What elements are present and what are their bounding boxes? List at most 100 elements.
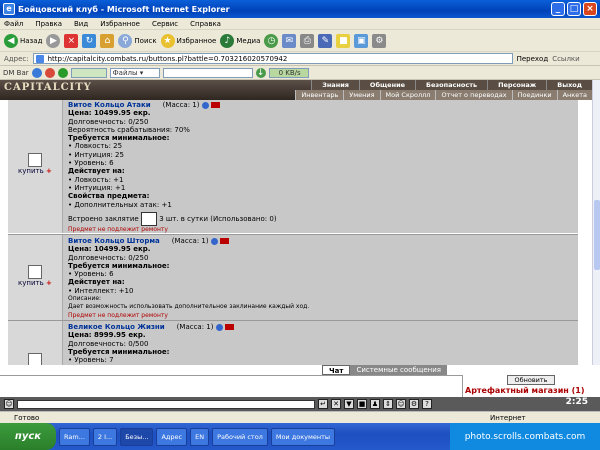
taskbar-item[interactable]: Рабочий стол bbox=[212, 427, 268, 446]
nav-profile[interactable]: Анкета bbox=[556, 90, 592, 100]
filter-icon[interactable]: ▼ bbox=[344, 399, 354, 409]
print-icon[interactable]: ⎙ bbox=[300, 33, 315, 48]
chat-input[interactable] bbox=[17, 399, 315, 409]
address-label: Адрес: bbox=[4, 54, 29, 63]
item-stat: • Уровень: 6 bbox=[68, 159, 114, 168]
forward-arrow-icon[interactable]: ▶ bbox=[46, 33, 61, 48]
favorites-button[interactable]: ★ Избранное bbox=[160, 33, 216, 48]
person-icon[interactable]: ♟ bbox=[370, 399, 380, 409]
item-stat: • Интуиция: 25 bbox=[68, 150, 124, 159]
mail-icon[interactable]: ✉ bbox=[282, 33, 297, 48]
taskbar-item[interactable]: 2 I... bbox=[92, 427, 118, 446]
back-button[interactable]: ◀ Назад bbox=[4, 33, 42, 48]
nav-inventory[interactable]: Инвентарь bbox=[295, 90, 343, 100]
clear-icon[interactable]: ✕ bbox=[331, 399, 341, 409]
stop-icon[interactable]: × bbox=[64, 33, 79, 48]
links-label[interactable]: Ссылки bbox=[552, 55, 580, 63]
chat-tab-strip bbox=[0, 365, 600, 375]
language-indicator[interactable]: EN bbox=[190, 427, 210, 446]
menu-view[interactable]: Вид bbox=[74, 20, 88, 28]
address-bar: Адрес: http://capitalcity.combats.ru/but… bbox=[0, 52, 600, 66]
dm-speed-box[interactable] bbox=[70, 67, 107, 78]
refresh-icon[interactable]: ↻ bbox=[82, 33, 97, 48]
media-button[interactable]: ♪ Медиа bbox=[220, 33, 260, 48]
research-icon[interactable]: ▣ bbox=[354, 33, 369, 48]
go-button[interactable]: Переход bbox=[517, 55, 549, 63]
messenger-icon[interactable]: ■ bbox=[336, 33, 351, 48]
tools-icon[interactable]: ⚙ bbox=[372, 33, 387, 48]
taskbar-item[interactable]: Безы... bbox=[120, 427, 154, 446]
history-icon[interactable]: ◷ bbox=[264, 33, 279, 48]
nav-transfers[interactable]: Отчет о переводах bbox=[435, 90, 511, 100]
maximize-button[interactable]: □ bbox=[567, 2, 581, 16]
nav-exit[interactable]: Выход bbox=[546, 80, 592, 90]
item-stat: • Ловкость: 25 bbox=[68, 142, 123, 151]
edit-icon[interactable]: ✎ bbox=[318, 33, 333, 48]
menu-help[interactable]: Справка bbox=[190, 20, 221, 28]
minimize-button[interactable]: _ bbox=[551, 2, 565, 16]
dm-globe-icon[interactable] bbox=[31, 67, 42, 78]
dm-stop-icon[interactable] bbox=[44, 67, 55, 78]
nav-character[interactable]: Персонаж bbox=[487, 80, 547, 90]
info-gem-icon bbox=[210, 237, 218, 245]
buy-button[interactable]: купить + bbox=[18, 167, 52, 175]
item-stat: Описание: bbox=[68, 295, 102, 303]
nav-security[interactable]: Безопасность bbox=[415, 80, 488, 90]
menu-tools[interactable]: Сервис bbox=[152, 20, 178, 28]
nav-battles[interactable]: Поединки bbox=[511, 90, 557, 100]
nav-skills[interactable]: Умения bbox=[343, 90, 379, 100]
item-name[interactable]: Великое Кольцо Жизни bbox=[68, 323, 165, 331]
buy-button[interactable]: купить + bbox=[18, 279, 52, 287]
online-panel: Обновить Артефактный магазин (1) bbox=[462, 375, 600, 397]
taskbar-item[interactable]: Адрес bbox=[156, 427, 188, 446]
nav-scroll[interactable]: Мой Скроллл bbox=[379, 90, 436, 100]
shop-name[interactable]: Артефактный магазин (1) bbox=[465, 386, 585, 395]
item-stat: • Уровень: 7 bbox=[68, 356, 114, 365]
shop-item: купить + Витое Кольцо Атаки (Масса: 1) Це… bbox=[8, 100, 578, 233]
menu-edit[interactable]: Правка bbox=[35, 20, 62, 28]
files-dropdown[interactable]: Файлы ▾ bbox=[109, 67, 160, 78]
tab-system-messages[interactable]: Системные сообщения bbox=[350, 365, 447, 375]
item-description: Дает возможность использовать дополнител… bbox=[68, 303, 310, 311]
dm-url-dropdown[interactable] bbox=[162, 67, 253, 78]
chat-user-icon[interactable]: ☺ bbox=[4, 399, 14, 409]
dm-start-icon[interactable] bbox=[57, 67, 68, 78]
scroll-icon[interactable]: ⇕ bbox=[383, 399, 393, 409]
smile-icon[interactable]: ☺ bbox=[396, 399, 406, 409]
item-name[interactable]: Витое Кольцо Атаки bbox=[68, 101, 151, 109]
site-logo: CAPITALCITY bbox=[4, 82, 92, 93]
home-icon[interactable]: ⌂ bbox=[100, 33, 115, 48]
shop-item: купить + Витое Кольцо Шторма (Масса: 1) Ц… bbox=[8, 234, 578, 320]
send-icon[interactable]: ↵ bbox=[318, 399, 328, 409]
save-icon[interactable]: ■ bbox=[357, 399, 367, 409]
item-price: Цена: 10499.95 екр. bbox=[68, 109, 151, 118]
refresh-button[interactable]: Обновить bbox=[507, 375, 555, 385]
gift-icon bbox=[210, 102, 220, 108]
nav-knowledge[interactable]: Знания bbox=[311, 80, 359, 90]
scrollbar-thumb[interactable] bbox=[594, 200, 600, 270]
menu-favorites[interactable]: Избранное bbox=[100, 20, 140, 28]
item-stat: Свойства предмета: bbox=[68, 192, 150, 201]
star-icon: ★ bbox=[160, 33, 175, 48]
item-name[interactable]: Витое Кольцо Шторма bbox=[68, 237, 160, 245]
settings-icon[interactable]: ⚙ bbox=[409, 399, 419, 409]
page-scrollbar[interactable] bbox=[592, 80, 600, 365]
search-button[interactable]: ⚲ Поиск bbox=[118, 33, 157, 48]
item-mass: (Масса: 1) bbox=[162, 101, 200, 109]
spell-icon bbox=[140, 211, 157, 226]
repair-warning: Предмет не подлежит ремонту bbox=[68, 311, 168, 319]
help-icon[interactable]: ? bbox=[422, 399, 432, 409]
menu-file[interactable]: Файл bbox=[4, 20, 23, 28]
nav-communication[interactable]: Общение bbox=[358, 80, 416, 90]
address-input[interactable]: http://capitalcity.combats.ru/buttons.pl… bbox=[32, 53, 513, 64]
tab-chat[interactable]: Чат bbox=[322, 365, 351, 375]
spell-prefix: Встроено заклятие bbox=[68, 214, 139, 223]
taskbar-item[interactable]: Мои документы bbox=[270, 427, 336, 446]
site-banner: CAPITALCITY Знания Общение Безопасность … bbox=[0, 80, 592, 100]
item-stat: Действует на: bbox=[68, 278, 125, 287]
close-button[interactable]: × bbox=[583, 2, 597, 16]
start-button[interactable]: пуск bbox=[0, 423, 56, 450]
item-price: Цена: 8999.95 екр. bbox=[68, 331, 146, 340]
taskbar-item[interactable]: Ram... bbox=[59, 427, 90, 446]
dm-download-icon[interactable]: ↓ bbox=[255, 67, 266, 78]
